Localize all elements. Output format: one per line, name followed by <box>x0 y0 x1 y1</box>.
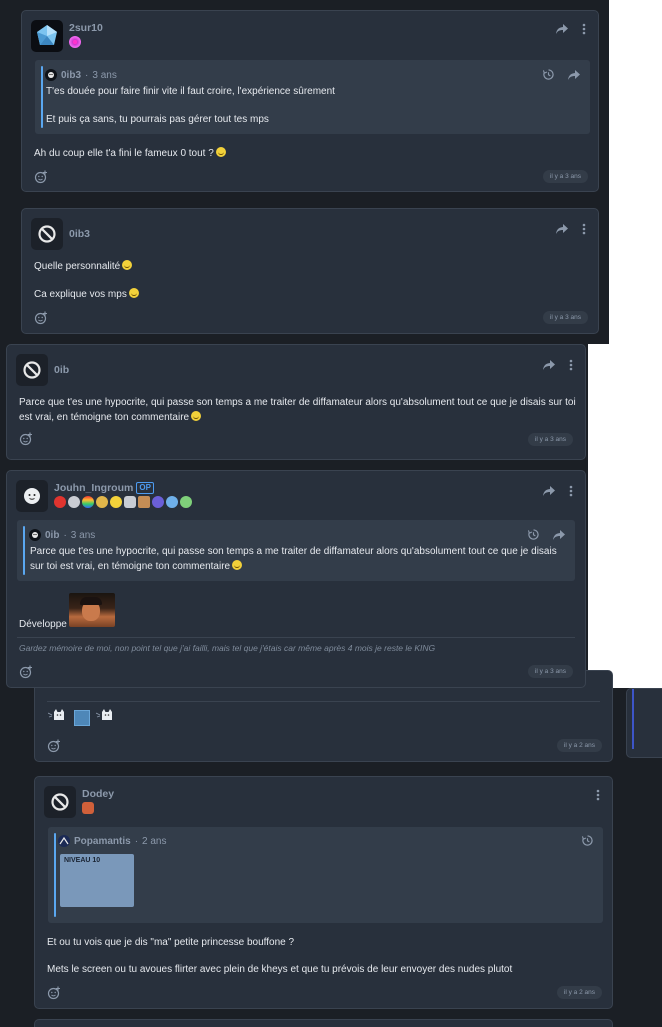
banned-avatar-icon[interactable] <box>44 786 76 818</box>
signature-divider <box>17 637 575 638</box>
cat-sticker-icon <box>95 708 116 727</box>
share-icon[interactable] <box>543 486 555 496</box>
smiley-icon <box>215 147 226 157</box>
post-body: Ca explique vos mps <box>34 287 139 302</box>
quote-author[interactable]: Popamantis <box>74 836 131 847</box>
quote-author[interactable]: 0ib3 <box>61 70 81 81</box>
embedded-image[interactable] <box>69 593 115 627</box>
post-timestamp: il y a 3 ans <box>542 311 588 324</box>
more-vertical-icon[interactable] <box>596 789 600 801</box>
post-card: 2sur10 0ib3 · 3 ans T'es douée pour fair… <box>21 10 599 192</box>
quote-age: 3 ans <box>70 529 96 541</box>
badge-icon <box>138 496 150 508</box>
post-username[interactable]: Jouhn_Ingroum OP <box>54 482 154 494</box>
post-timestamp: il y a 3 ans <box>527 665 573 678</box>
share-icon[interactable] <box>556 24 568 34</box>
badge-icon <box>166 496 178 508</box>
post-username[interactable]: Dodey <box>82 788 114 800</box>
quoted-image[interactable]: NIVEAU 10 <box>60 854 134 907</box>
share-icon[interactable] <box>556 224 568 234</box>
badge-icon <box>110 496 122 508</box>
post-body: Développe <box>19 619 67 630</box>
post-username[interactable]: 0ib3 <box>69 228 90 240</box>
quote-age: 3 ans <box>92 69 117 81</box>
quote-author-avatar <box>45 69 57 81</box>
quote-author-avatar <box>29 529 41 541</box>
emoji-row <box>47 708 116 727</box>
next-post-edge <box>34 1019 613 1027</box>
history-icon[interactable] <box>543 69 554 80</box>
quote-author-avatar <box>58 835 70 847</box>
add-reaction-icon[interactable] <box>47 739 61 758</box>
badge-icon <box>82 496 94 508</box>
badge-icon <box>68 496 80 508</box>
post-body: Mets le screen ou tu avoues flirter avec… <box>47 964 513 975</box>
post-username[interactable]: 2sur10 <box>69 22 103 34</box>
signature-text: Gardez mémoire de moi, non point tel que… <box>19 643 436 653</box>
ghost-avatar-icon <box>24 488 40 504</box>
quote-text-line: Et puis ça sans, tu pourrais pas gérer t… <box>46 114 269 125</box>
post-username[interactable]: 0ib <box>54 364 69 376</box>
add-reaction-icon[interactable] <box>34 170 48 189</box>
smiley-icon <box>128 288 139 298</box>
cat-sticker-icon <box>47 708 68 727</box>
smiley-icon <box>232 560 243 570</box>
pixel-sticker-icon <box>74 709 90 726</box>
post-body: Quelle personnalité <box>34 259 133 274</box>
post-timestamp: il y a 3 ans <box>542 170 588 183</box>
post-card: 0ib Parce que t'es une hypocrite, qui pa… <box>6 344 586 460</box>
banned-avatar-icon[interactable] <box>31 218 63 250</box>
add-reaction-icon[interactable] <box>47 986 61 1005</box>
post-timestamp: il y a 3 ans <box>527 433 573 446</box>
rank-badge-icon <box>82 802 94 814</box>
post-card: Dodey Popamantis · 2 ans NIVEAU 10 Et ou… <box>34 776 613 1009</box>
history-icon[interactable] <box>582 835 593 846</box>
post-card: Jouhn_Ingroum OP 0ib · 3 ans Parce que t'… <box>6 470 586 688</box>
smiley-icon <box>122 260 133 270</box>
add-reaction-icon[interactable] <box>19 432 33 451</box>
post-body: Parce que t'es une hypocrite, qui passe … <box>19 397 576 423</box>
more-vertical-icon[interactable] <box>569 359 573 371</box>
side-panel-edge <box>626 688 662 758</box>
quoted-message: 0ib · 3 ans Parce que t'es une hypocrite… <box>17 520 575 581</box>
user-avatar[interactable] <box>31 20 63 52</box>
badge-icon <box>152 496 164 508</box>
smiley-icon <box>191 411 202 421</box>
history-icon[interactable] <box>528 529 539 540</box>
more-vertical-icon[interactable] <box>569 485 573 497</box>
quoted-image-text: NIVEAU 10 <box>64 857 101 864</box>
add-reaction-icon[interactable] <box>34 311 48 330</box>
post-divider <box>47 701 600 702</box>
badge-icon <box>180 496 192 508</box>
post-body: Ah du coup elle t'a fini le fameux 0 tou… <box>34 146 226 161</box>
crystal-avatar-icon <box>37 25 57 45</box>
post-timestamp: il y a 2 ans <box>556 739 602 752</box>
user-avatar[interactable] <box>16 480 48 512</box>
quote-age: 2 ans <box>142 835 167 847</box>
more-vertical-icon[interactable] <box>582 23 586 35</box>
more-vertical-icon[interactable] <box>582 223 586 235</box>
quote-text-line: T'es douée pour faire finir vite il faut… <box>46 86 335 97</box>
blank-area-top-right <box>609 0 662 344</box>
blank-area-mid-right <box>588 344 662 688</box>
badge-icon <box>54 496 66 508</box>
reply-icon[interactable] <box>568 69 580 80</box>
quoted-message: Popamantis · 2 ans NIVEAU 10 <box>48 827 603 923</box>
quoted-message: 0ib3 · 3 ans T'es douée pour faire finir… <box>35 60 590 134</box>
add-reaction-icon[interactable] <box>19 665 33 684</box>
quote-text: Parce que t'es une hypocrite, qui passe … <box>30 546 557 572</box>
badge-icon <box>96 496 108 508</box>
donut-badge-icon <box>69 36 81 48</box>
post-card: 0ib3 Quelle personnalité Ca explique vos… <box>21 208 599 334</box>
share-icon[interactable] <box>543 360 555 370</box>
quote-author[interactable]: 0ib <box>45 530 59 541</box>
post-body: Et ou tu vois que je dis "ma" petite pri… <box>47 937 295 948</box>
post-timestamp: il y a 2 ans <box>556 986 602 999</box>
op-badge: OP <box>136 482 154 494</box>
badge-icon <box>124 496 136 508</box>
banned-avatar-icon[interactable] <box>16 354 48 386</box>
reply-icon[interactable] <box>553 529 565 540</box>
